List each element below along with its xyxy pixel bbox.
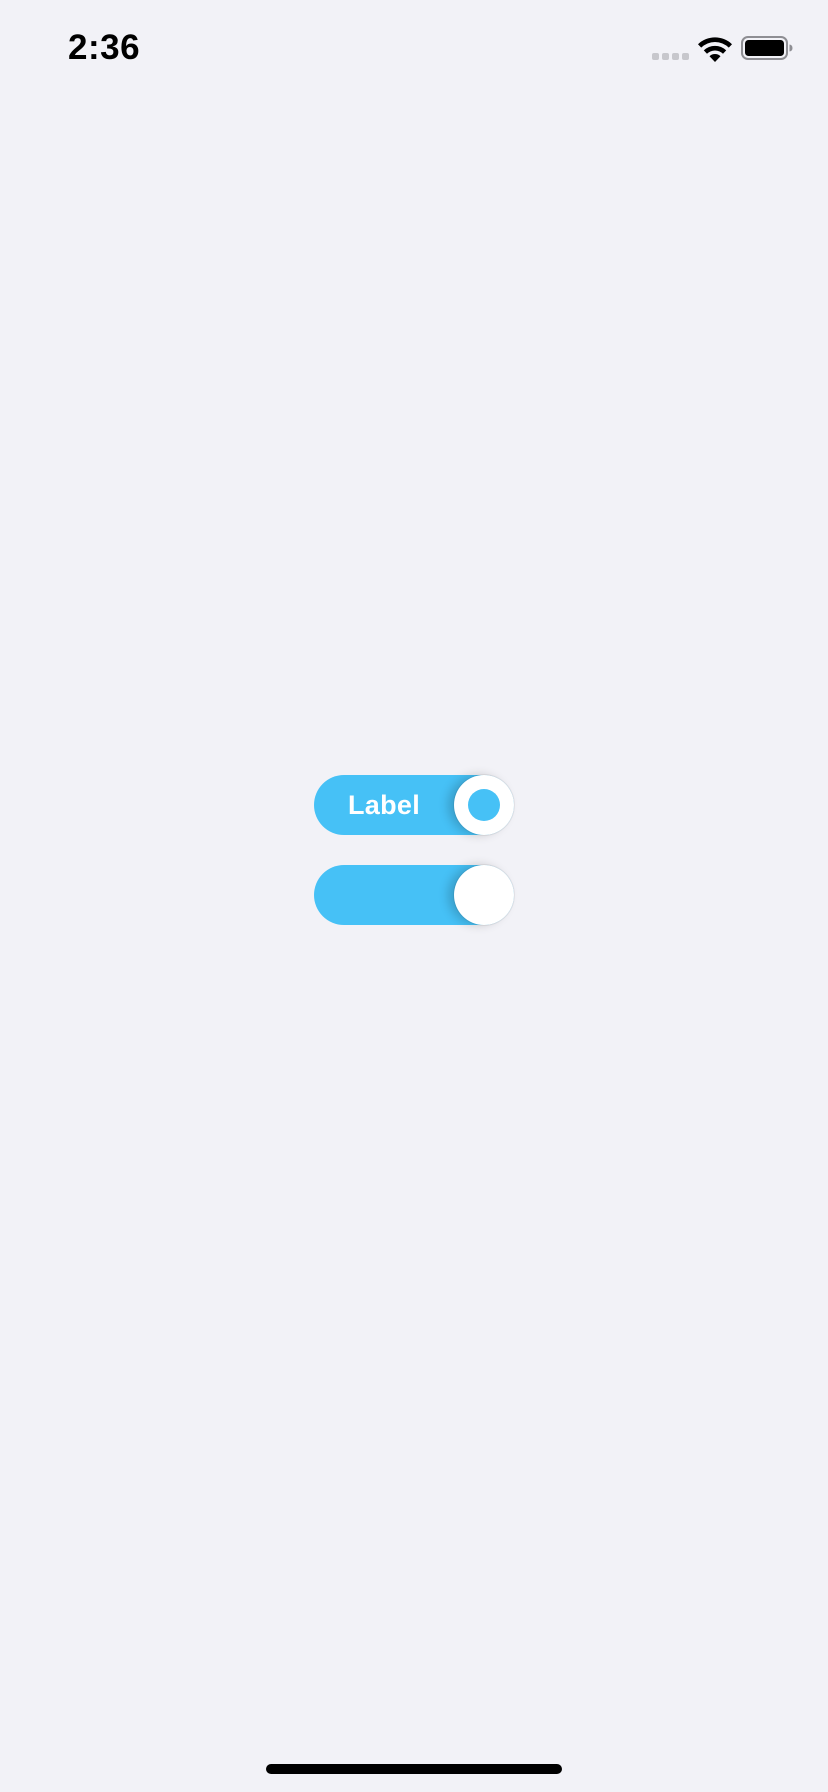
knob-dot-icon [468, 789, 500, 821]
toggle-label: Label [348, 790, 421, 820]
status-time: 2:36 [68, 28, 141, 67]
home-indicator[interactable] [266, 1764, 562, 1774]
labeled-toggle-switch[interactable]: Label [314, 775, 514, 835]
wifi-icon [698, 37, 732, 62]
cellular-signal-icon [652, 53, 689, 60]
toggle-knob[interactable] [454, 865, 514, 925]
plain-toggle-switch[interactable] [314, 865, 514, 925]
toggle-knob[interactable] [454, 775, 514, 835]
battery-icon [741, 36, 793, 60]
status-bar: 2:36 [0, 0, 828, 100]
